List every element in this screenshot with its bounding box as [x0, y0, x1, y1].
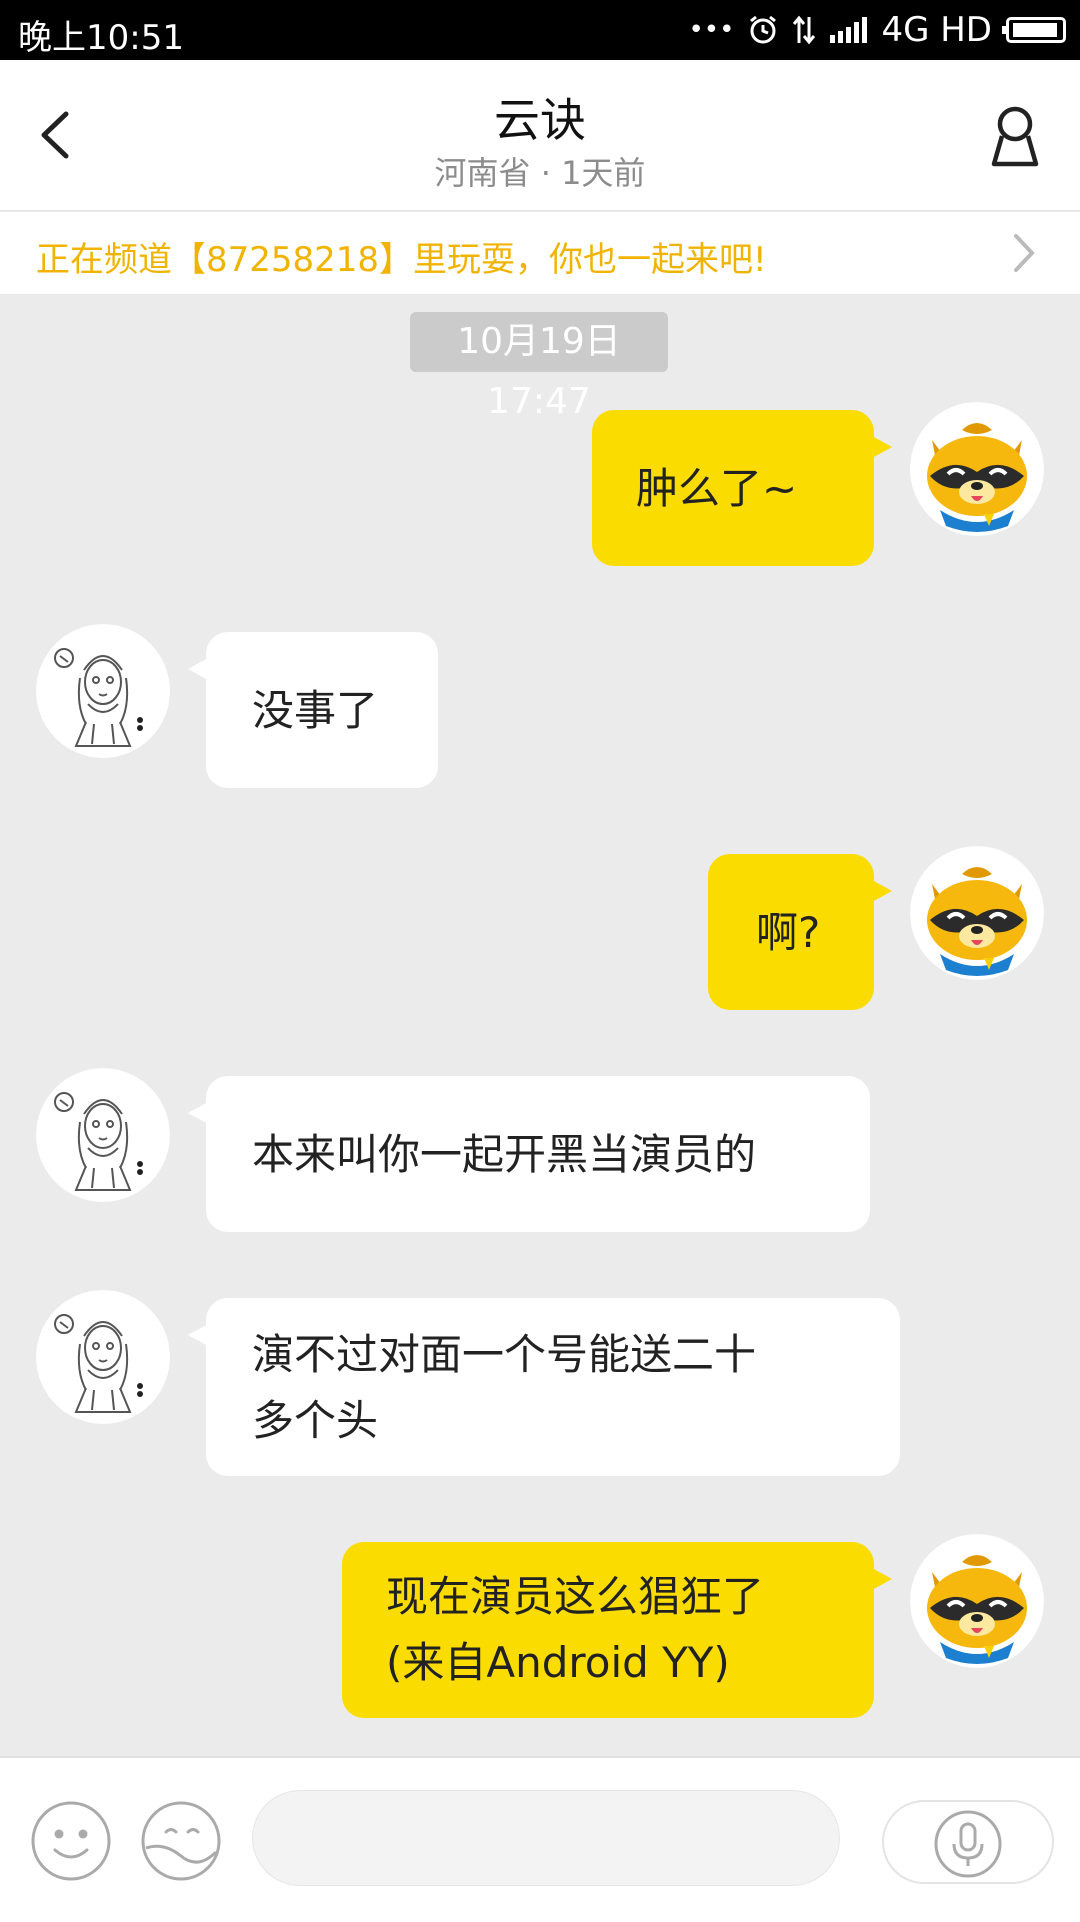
signal-icon: [830, 17, 868, 43]
emoji-icon: [31, 1801, 111, 1881]
contact-avatar[interactable]: [36, 1290, 170, 1424]
user-profile-icon: [991, 106, 1039, 167]
message-bubble[interactable]: 肿么了~: [592, 410, 892, 566]
voice-button[interactable]: [882, 1800, 1054, 1884]
data-transfer-icon: [793, 15, 816, 45]
microphone-icon: [934, 1810, 1002, 1878]
contact-avatar[interactable]: [36, 624, 170, 758]
status-icons: ••• 4G HD: [688, 10, 1066, 50]
emoji-button[interactable]: [30, 1800, 112, 1882]
network-type: 4G HD: [881, 10, 992, 50]
status-bar: 晚上10:51 ••• 4G HD: [0, 0, 1080, 60]
channel-invite-banner[interactable]: 正在频道【87258218】里玩耍，你也一起来吧!: [0, 212, 1080, 295]
message-text: 本来叫你一起开黑当演员的: [252, 1130, 757, 1179]
banner-text: 正在频道【87258218】里玩耍，你也一起来吧!: [36, 240, 767, 280]
message-text-line: 多个头: [252, 1396, 379, 1445]
message-text: 没事了: [252, 686, 379, 735]
chat-header: 云诀 河南省 · 1天前: [0, 60, 1080, 211]
message-bubble[interactable]: 现在演员这么猖狂了 (来自Android YY): [342, 1542, 892, 1718]
sticker-button[interactable]: [140, 1800, 222, 1882]
contact-location-lastseen: 河南省 · 1天前: [434, 154, 646, 192]
message-bubble[interactable]: 演不过对面一个号能送二十 多个头: [188, 1298, 900, 1476]
profile-button[interactable]: [980, 100, 1050, 170]
message-bubble[interactable]: 啊?: [708, 854, 892, 1010]
sticker-icon: [141, 1801, 221, 1881]
message-input[interactable]: [252, 1790, 840, 1886]
message-text-line: (来自Android YY): [386, 1638, 730, 1687]
message-text-line: 演不过对面一个号能送二十: [252, 1330, 757, 1379]
my-avatar[interactable]: [910, 402, 1044, 536]
battery-icon: [1002, 17, 1066, 43]
message-text-line: 现在演员这么猖狂了: [386, 1572, 765, 1621]
contact-name: 云诀: [494, 93, 586, 147]
message-text: 肿么了~: [636, 464, 798, 513]
more-dots-icon: •••: [688, 15, 735, 45]
message-text: 啊?: [756, 908, 821, 957]
message-input-bar: [0, 1756, 1080, 1922]
my-avatar[interactable]: [910, 846, 1044, 980]
chevron-right-icon: [1014, 234, 1035, 272]
my-avatar[interactable]: [910, 1534, 1044, 1668]
message-bubble[interactable]: 本来叫你一起开黑当演员的: [188, 1076, 870, 1232]
message-timestamp: 10月19日 17:47: [410, 312, 668, 422]
contact-avatar[interactable]: [36, 1068, 170, 1202]
alarm-icon: [750, 15, 777, 44]
message-bubble[interactable]: 没事了: [188, 632, 438, 788]
status-time: 晚上10:51: [18, 18, 184, 58]
